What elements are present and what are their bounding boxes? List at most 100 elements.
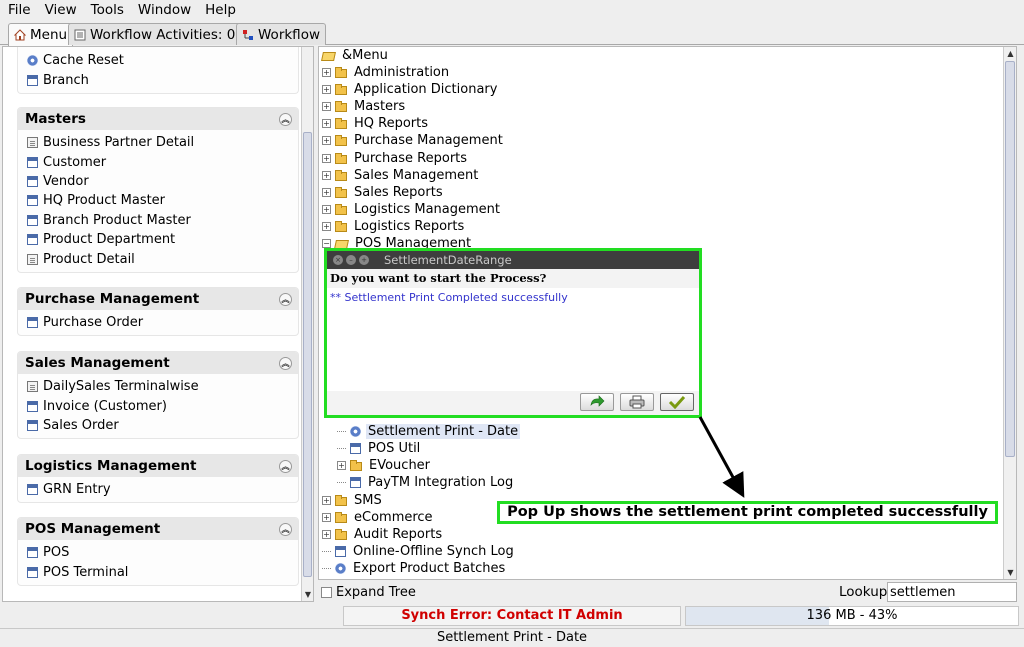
tree-scrollbar[interactable]: ▲ ▼ [1003,47,1016,579]
menu-item-hq-product-master[interactable]: HQ Product Master [27,191,298,210]
print-button[interactable] [620,393,654,411]
expand-node-icon[interactable]: + [322,513,331,523]
tree-item-pos-util[interactable]: POS Util [337,440,422,457]
menu-item-grn-entry[interactable]: GRN Entry [27,480,298,499]
menu-file[interactable]: File [0,2,37,18]
left-scrollbar[interactable]: ▼ [301,47,313,601]
tree-item-sales-reports[interactable]: + Sales Reports [322,184,445,201]
tree-item-application-dictionary[interactable]: + Application Dictionary [322,81,499,98]
tree-item-masters[interactable]: + Masters [322,98,407,115]
expand-node-icon[interactable]: + [322,85,331,95]
tree-item-ecommerce[interactable]: + eCommerce [322,509,435,526]
menu-item-label: GRN Entry [43,482,111,498]
section-header-sales-management: Sales Management ︽ [18,352,298,374]
tree-item-audit-reports[interactable]: + Audit Reports [322,526,444,543]
menu-item-customer[interactable]: Customer [27,152,298,171]
collapse-icon[interactable]: ︽ [279,522,292,536]
menu-item-product-department[interactable]: Product Department [27,230,298,249]
tree-item-logistics-management[interactable]: + Logistics Management [322,201,502,218]
workflow-icon [242,29,254,41]
tree-bottom-bar: Expand Tree Lookup [318,581,1017,603]
tree-item-administration[interactable]: + Administration [322,64,451,81]
collapse-icon[interactable]: ︽ [279,112,292,126]
tree-connector [322,568,331,570]
menu-window[interactable]: Window [130,2,197,18]
menu-item-branch[interactable]: Branch [27,70,298,89]
menu-item-pos[interactable]: POS [27,543,298,562]
expand-node-icon[interactable]: + [322,170,331,180]
tab-menu[interactable]: Menu [8,23,74,46]
expand-node-icon[interactable]: + [322,221,331,231]
menu-item-product-detail[interactable]: Product Detail [27,249,298,268]
tree-item-hq-reports[interactable]: + HQ Reports [322,115,430,132]
expand-node-icon[interactable]: + [322,68,331,77]
tree-item-logistics-reports[interactable]: + Logistics Reports [322,218,466,235]
expand-node-icon[interactable]: + [322,530,331,540]
menu-item-vendor[interactable]: Vendor [27,172,298,191]
expand-node-icon[interactable]: + [322,204,331,214]
menu-item-branch-product-master[interactable]: Branch Product Master [27,211,298,230]
menu-item-invoice-customer[interactable]: Invoice (Customer) [27,396,298,415]
menu-item-business-partner-detail[interactable]: Business Partner Detail [27,133,298,152]
tree-root[interactable]: &Menu [321,47,390,64]
menu-item-dailysales-terminalwise[interactable]: DailySales Terminalwise [27,377,298,396]
tree-item-evoucher[interactable]: + EVoucher [337,457,432,474]
tree-item-settlement-print-date[interactable]: Settlement Print - Date [337,423,521,440]
tree-item-sales-management[interactable]: + Sales Management [322,167,480,184]
tree-item-export-product-batches[interactable]: Export Product Batches [322,560,507,577]
ok-button[interactable] [660,393,694,411]
synch-error-status[interactable]: Synch Error: Contact IT Admin [343,606,681,626]
collapse-icon[interactable]: ︽ [279,292,292,306]
window-icon [27,566,38,578]
tab-workflow-activities[interactable]: Workflow Activities: 0 [68,23,242,45]
document-icon [27,381,38,393]
maximize-icon[interactable]: + [359,255,369,265]
scroll-down-icon[interactable]: ▼ [1005,567,1016,578]
tree-item-label: eCommerce [354,510,433,526]
collapse-node-icon[interactable]: − [322,239,331,248]
expand-node-icon[interactable]: + [322,187,331,197]
expand-tree-checkbox[interactable] [321,586,332,598]
left-scrollbar-thumb[interactable] [303,132,312,577]
menu-item-sales-order[interactable]: Sales Order [27,416,298,435]
annotation-callout: Pop Up shows the settlement print comple… [497,501,998,524]
process-button[interactable] [580,393,614,411]
minimize-icon[interactable]: – [346,255,356,265]
tab-workflow[interactable]: Workflow [236,23,326,45]
section-title: Logistics Management [25,458,197,474]
window-icon [350,477,361,489]
lookup-input[interactable] [887,582,1017,602]
expand-node-icon[interactable]: + [322,102,331,112]
tree-item-online-offline-synch-log[interactable]: Online-Offline Synch Log [322,543,516,560]
tree-item-sms[interactable]: + SMS [322,492,384,509]
menu-item-purchase-order[interactable]: Purchase Order [27,313,298,332]
collapse-icon[interactable]: ︽ [279,459,292,473]
tree-item-purchase-reports[interactable]: + Purchase Reports [322,150,469,167]
window-icon [350,443,361,455]
menu-tools[interactable]: Tools [83,2,130,18]
tree-item-label: Administration [354,65,450,80]
tree-scrollbar-thumb[interactable] [1005,61,1015,457]
collapse-icon[interactable]: ︽ [279,356,292,370]
menu-view[interactable]: View [37,2,83,18]
tree-item-paytm-integration-log[interactable]: PayTM Integration Log [337,474,515,491]
close-icon[interactable]: × [333,255,343,265]
activities-icon [74,29,86,41]
dialog-message: ** Settlement Print Completed successful… [330,291,568,304]
expand-node-icon[interactable]: + [322,153,331,163]
menu-item-pos-terminal[interactable]: POS Terminal [27,562,298,581]
section-logistics-management: Logistics Management ︽ GRN Entry [17,454,299,504]
tree-item-purchase-management[interactable]: + Purchase Management [322,132,505,149]
expand-node-icon[interactable]: + [337,461,346,471]
dialog-title: SettlementDateRange [384,253,512,267]
expand-node-icon[interactable]: + [322,496,331,505]
section-masters: Masters ︽ Business Partner Detail Custome… [17,107,299,273]
menu-help[interactable]: Help [197,2,242,18]
scroll-up-icon[interactable]: ▲ [1005,48,1016,59]
menu-item-cache-reset[interactable]: Cache Reset [27,51,298,70]
menu-item-label: Branch Product Master [43,212,191,228]
expand-node-icon[interactable]: + [322,119,331,129]
window-icon [27,400,38,412]
expand-node-icon[interactable]: + [322,136,331,146]
scroll-down-icon[interactable]: ▼ [303,590,313,600]
